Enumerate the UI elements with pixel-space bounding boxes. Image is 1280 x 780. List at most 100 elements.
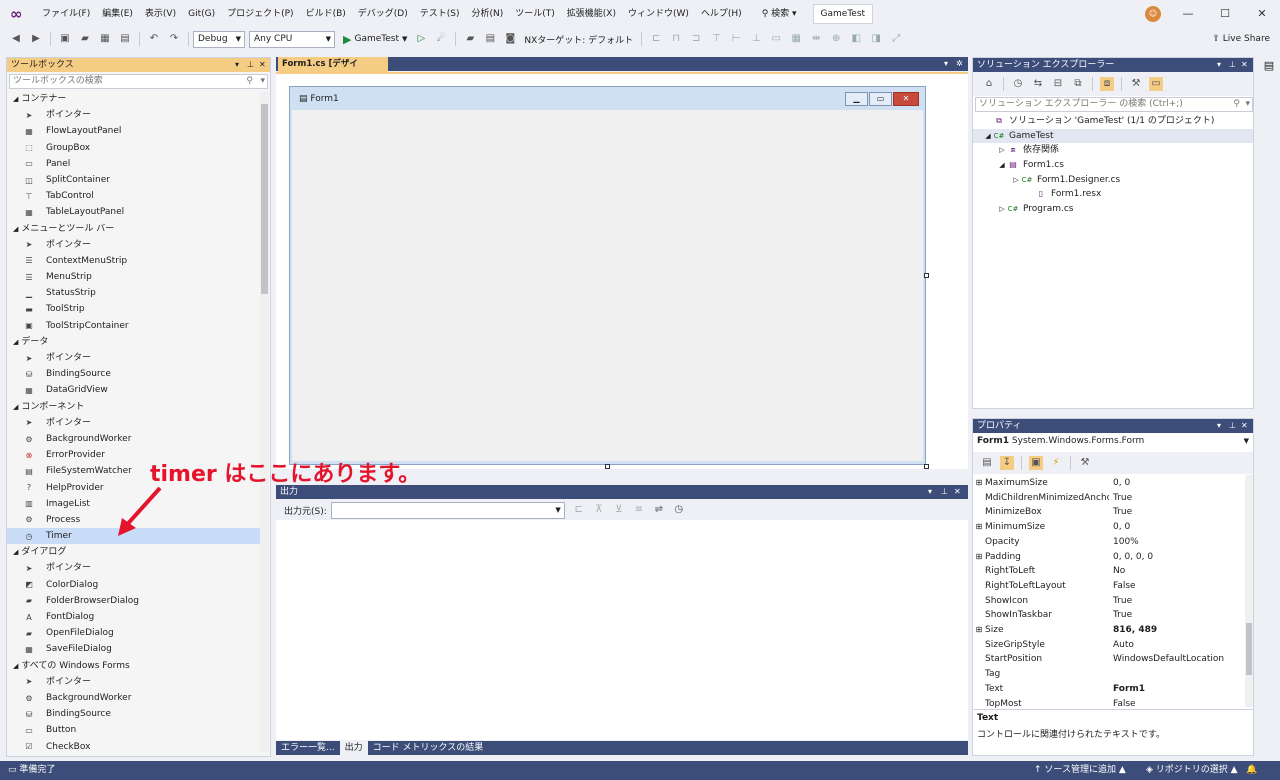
property-value[interactable]: True bbox=[1109, 505, 1132, 520]
menu-item[interactable]: ヘルプ(H) bbox=[695, 0, 748, 28]
menu-item[interactable]: 拡張機能(X) bbox=[561, 0, 622, 28]
toolbox-category[interactable]: ◢ データ bbox=[7, 333, 262, 350]
pin-icon[interactable]: ⊥ bbox=[247, 58, 254, 72]
property-value[interactable]: False bbox=[1109, 579, 1136, 594]
pin-icon[interactable]: ⊥ bbox=[1229, 419, 1236, 433]
toolbox-category[interactable]: ◢ コンポーネント bbox=[7, 398, 262, 415]
property-value[interactable]: No bbox=[1109, 564, 1125, 579]
expand-icon[interactable]: ⊞ bbox=[973, 476, 985, 491]
repository-button[interactable]: ◈ リポジトリの選択 ▲ bbox=[1146, 761, 1238, 780]
align-bottom-icon[interactable]: ⊥ bbox=[749, 32, 763, 46]
resize-handle-corner[interactable] bbox=[924, 464, 929, 469]
form1-window[interactable]: ▤ Form1 ▁ ▭ ✕ bbox=[289, 86, 926, 465]
toolbox-item[interactable]: ▰ FolderBrowserDialog bbox=[7, 593, 262, 609]
expand-triangle-icon[interactable]: ▷ bbox=[997, 202, 1007, 217]
send-back-icon[interactable]: ◨ bbox=[869, 32, 883, 46]
close-icon[interactable]: ✕ bbox=[1244, 0, 1280, 28]
live-share-button[interactable]: ⇪ Live Share bbox=[1212, 31, 1270, 47]
properties-scrollbar[interactable] bbox=[1245, 475, 1253, 707]
clear-all-icon[interactable]: ≡ bbox=[632, 503, 646, 517]
expand-icon[interactable]: ⊞ bbox=[973, 520, 985, 535]
toolbox-item[interactable]: ⬚ GroupBox bbox=[7, 140, 262, 156]
new-item-icon[interactable]: ▣ bbox=[58, 32, 72, 46]
gear-icon[interactable]: ✲ bbox=[956, 57, 963, 71]
toolbox-item[interactable]: ➤ ポインター bbox=[7, 560, 262, 576]
source-control-button[interactable]: ↑ ソース管理に追加 ▲ bbox=[1034, 761, 1126, 780]
menu-item[interactable]: 編集(E) bbox=[96, 0, 139, 28]
toolbox-item[interactable]: ◩ ColorDialog bbox=[7, 577, 262, 593]
bell-icon[interactable]: 🔔 bbox=[1246, 761, 1257, 780]
close-icon[interactable]: ✕ bbox=[954, 485, 961, 499]
form-client-area[interactable] bbox=[292, 110, 923, 461]
toolbox-item[interactable]: ➤ ポインター bbox=[7, 415, 262, 431]
toolbox-item[interactable]: ➤ ポインター bbox=[7, 674, 262, 690]
property-value[interactable]: True bbox=[1109, 491, 1132, 506]
property-row[interactable]: Tag bbox=[973, 667, 1245, 682]
property-value[interactable]: Auto bbox=[1109, 638, 1134, 653]
menu-item[interactable]: 表示(V) bbox=[139, 0, 182, 28]
open-folder-icon[interactable]: ▰ bbox=[78, 32, 92, 46]
folder-icon[interactable]: ▰ bbox=[463, 32, 477, 46]
search-menu[interactable]: ⚲ 検索 ▾ bbox=[756, 0, 803, 28]
camera-icon[interactable]: ◙ bbox=[503, 32, 517, 46]
toolbox-item[interactable]: ➤ ポインター bbox=[7, 237, 262, 253]
expand-icon[interactable]: ⊞ bbox=[973, 550, 985, 565]
toolbox-item[interactable]: ▦ DataGridView bbox=[7, 382, 262, 398]
platform-select[interactable]: Any CPU ▼ bbox=[249, 30, 335, 48]
scrollbar-thumb[interactable] bbox=[261, 104, 268, 294]
toolbox-item[interactable]: ▬ ToolStrip bbox=[7, 301, 262, 317]
hot-reload-icon[interactable]: ☄ bbox=[434, 32, 448, 46]
properties-icon[interactable]: ▣ bbox=[1029, 456, 1043, 470]
same-size-icon[interactable]: ▭ bbox=[769, 32, 783, 46]
tab-order-icon[interactable]: ⤢ bbox=[889, 32, 903, 46]
solution-explorer-search-input[interactable]: ソリューション エクスプローラー の検索 (Ctrl+;) ⚲ ▾ bbox=[975, 97, 1253, 112]
back-icon[interactable]: ◀ bbox=[9, 32, 23, 46]
toolbox-item[interactable]: ⊤ TabControl bbox=[7, 188, 262, 204]
align-right-icon[interactable]: ⊐ bbox=[689, 32, 703, 46]
property-value[interactable]: 0, 0 bbox=[1109, 520, 1130, 535]
toolbox-search-input[interactable]: ツールボックスの検索 ⚲ ▾ bbox=[9, 74, 268, 89]
redo-icon[interactable]: ↷ bbox=[167, 32, 181, 46]
property-row[interactable]: RightToLeftLayout False bbox=[973, 579, 1245, 594]
maximize-icon[interactable]: ☐ bbox=[1207, 0, 1243, 28]
toolbox-item[interactable]: ▁ StatusStrip bbox=[7, 285, 262, 301]
property-row[interactable]: ⊞ MaximumSize 0, 0 bbox=[973, 476, 1245, 491]
property-row[interactable]: Opacity 100% bbox=[973, 535, 1245, 550]
align-middle-icon[interactable]: ⊢ bbox=[729, 32, 743, 46]
tree-node[interactable]: ▷ C# Program.cs bbox=[973, 202, 1253, 217]
save-icon[interactable]: ▦ bbox=[98, 32, 112, 46]
property-row[interactable]: MdiChildrenMinimizedAncho True bbox=[973, 491, 1245, 506]
show-all-files-icon[interactable]: ⧉ bbox=[1071, 77, 1085, 91]
menu-item[interactable]: ファイル(F) bbox=[36, 0, 96, 28]
events-icon[interactable]: ⚡ bbox=[1049, 456, 1063, 470]
output-source-select[interactable]: ▼ bbox=[330, 501, 565, 519]
menu-item[interactable]: ツール(T) bbox=[509, 0, 561, 28]
dropdown-icon[interactable]: ▾ bbox=[235, 58, 239, 72]
config-select[interactable]: Debug ▼ bbox=[193, 30, 245, 48]
chevron-down-icon[interactable]: ▾ bbox=[260, 75, 265, 88]
align-center-icon[interactable]: ⊓ bbox=[669, 32, 683, 46]
toolbox-item[interactable]: ⛁ BindingSource bbox=[7, 366, 262, 382]
nx-target[interactable]: NXターゲット: デフォルト bbox=[524, 33, 633, 46]
properties-side-icon[interactable]: ▤ bbox=[1258, 59, 1280, 72]
property-value[interactable]: WindowsDefaultLocation bbox=[1109, 652, 1224, 667]
word-wrap-icon[interactable]: ⇌ bbox=[652, 503, 666, 517]
toolbox-category[interactable]: ◢ メニューとツール バー bbox=[7, 220, 262, 237]
toolbox-item[interactable]: ▭ Panel bbox=[7, 156, 262, 172]
home-icon[interactable]: ⌂ bbox=[982, 77, 996, 91]
prev-message-icon[interactable]: ⊼ bbox=[592, 503, 606, 517]
alphabetical-icon[interactable]: ↧ bbox=[1000, 456, 1014, 470]
property-row[interactable]: ⊞ Size 816, 489 bbox=[973, 623, 1245, 638]
close-icon[interactable]: ✕ bbox=[1241, 58, 1248, 72]
property-row[interactable]: Text Form1 bbox=[973, 682, 1245, 697]
minimize-icon[interactable]: — bbox=[1170, 0, 1206, 28]
start-debug-button[interactable]: ▶ GameTest ▼ bbox=[343, 33, 407, 46]
expand-triangle-icon[interactable]: ◢ bbox=[983, 129, 993, 144]
toolbox-item[interactable]: ➤ ポインター bbox=[7, 107, 262, 123]
menu-item[interactable]: ウィンドウ(W) bbox=[622, 0, 695, 28]
bottom-tab[interactable]: コード メトリックスの結果 bbox=[368, 741, 489, 755]
toolbox-item[interactable]: ▦ TableLayoutPanel bbox=[7, 204, 262, 220]
menu-item[interactable]: プロジェクト(P) bbox=[221, 0, 299, 28]
toolbox-item[interactable]: ▦ FlowLayoutPanel bbox=[7, 123, 262, 139]
avatar[interactable]: ☺ bbox=[1145, 6, 1161, 22]
